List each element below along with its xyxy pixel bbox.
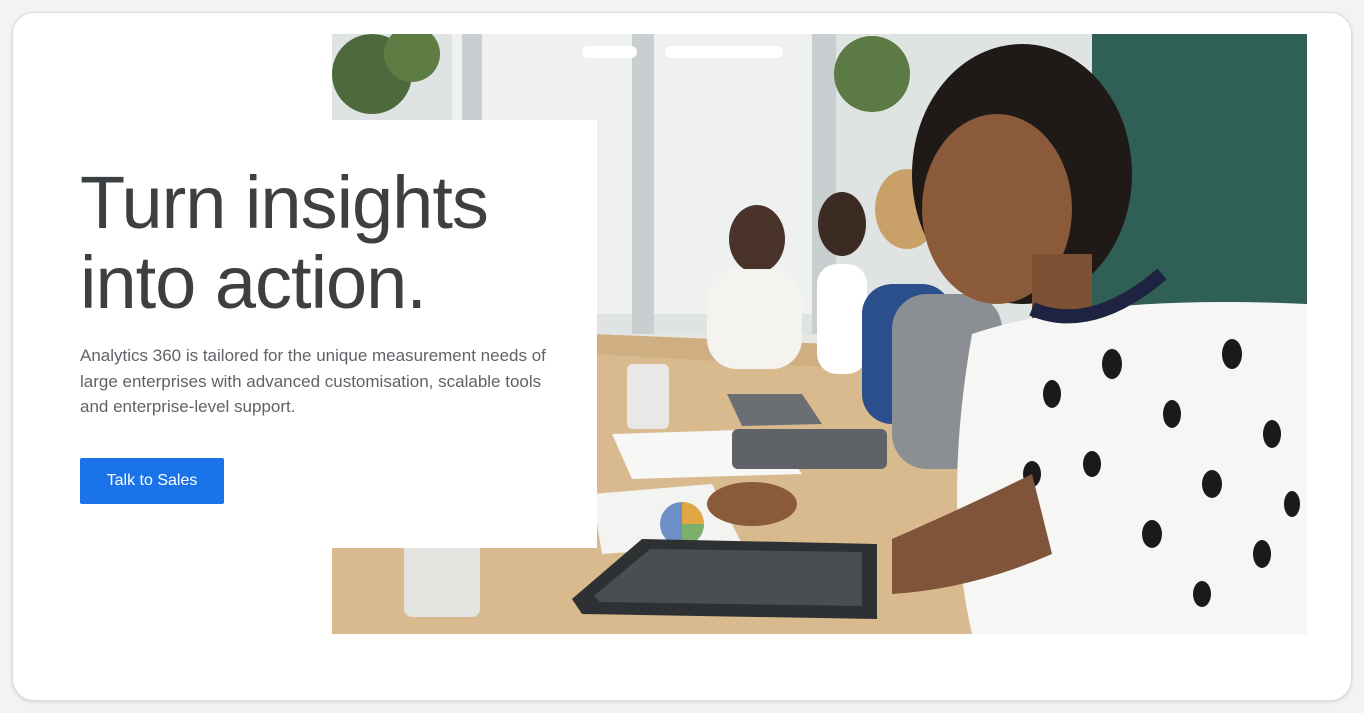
headline-line-1: Turn insights	[80, 161, 489, 244]
hero-card: Turn insights into action. Analytics 360…	[12, 12, 1352, 701]
talk-to-sales-button[interactable]: Talk to Sales	[80, 458, 224, 504]
hero-headline: Turn insights into action.	[80, 163, 580, 323]
headline-line-2: into action.	[80, 241, 427, 324]
hero-description: Analytics 360 is tailored for the unique…	[80, 346, 546, 416]
